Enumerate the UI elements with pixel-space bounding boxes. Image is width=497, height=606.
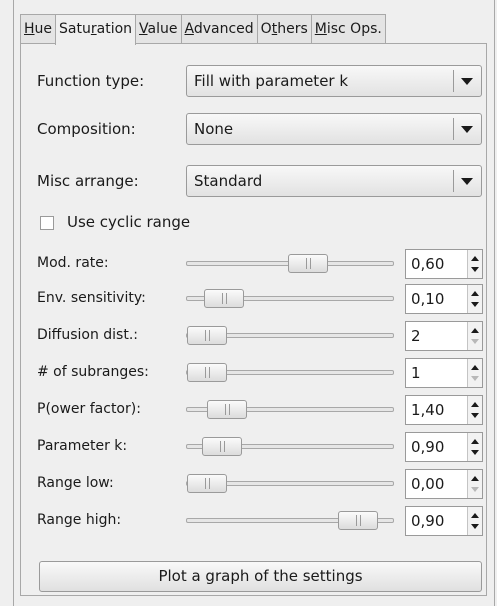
spin-up-icon[interactable]	[471, 476, 479, 481]
spinbox-value: 2	[411, 327, 421, 345]
composition-label: Composition:	[37, 120, 136, 138]
spin-up-icon[interactable]	[471, 328, 479, 333]
spin-up-icon[interactable]	[471, 439, 479, 444]
window-frame-left	[13, 0, 14, 606]
spinbox-value: 1	[411, 364, 421, 382]
slider-thumb[interactable]	[187, 363, 227, 382]
range-low-spinbox[interactable]: 0,00	[405, 469, 483, 499]
slider-thumb[interactable]	[338, 511, 378, 530]
spinbox-value: 0,60	[411, 255, 445, 273]
function-type-dropdown[interactable]: Fill with parameter k	[186, 65, 482, 97]
spin-down-icon[interactable]	[471, 487, 479, 492]
spinbox-value: 0,10	[411, 290, 445, 308]
subranges-spinbox[interactable]: 1	[405, 358, 483, 388]
tab-bar: Hue Saturation Value Advanced Others Mis…	[20, 14, 386, 45]
function-type-label: Function type:	[37, 72, 145, 90]
spinbox-value: 0,90	[411, 512, 445, 530]
env-sensitivity-label: Env. sensitivity:	[37, 290, 146, 306]
spin-down-icon[interactable]	[471, 376, 479, 381]
tab-panel-left-border	[20, 43, 21, 596]
spinbox-value: 0,90	[411, 438, 445, 456]
spinbox-buttons	[467, 507, 482, 535]
slider-thumb[interactable]	[202, 437, 242, 456]
slider-thumb[interactable]	[288, 254, 328, 273]
chevron-down-icon	[461, 178, 473, 185]
slider-thumb[interactable]	[187, 326, 227, 345]
range-low-slider[interactable]	[186, 474, 394, 493]
chevron-down-icon	[461, 126, 473, 133]
parameter-k-spinbox[interactable]: 0,90	[405, 432, 483, 462]
spinbox-buttons	[467, 285, 482, 313]
tab-panel-right-border	[486, 43, 487, 596]
subranges-label: # of subranges:	[37, 364, 149, 380]
diffusion-dist-spinbox[interactable]: 2	[405, 321, 483, 351]
spin-down-icon[interactable]	[471, 339, 479, 344]
spinbox-buttons	[467, 250, 482, 278]
spinbox-buttons	[467, 322, 482, 350]
diffusion-dist-slider[interactable]	[186, 326, 394, 345]
tab-panel-bottom-border	[20, 595, 487, 596]
function-type-value: Fill with parameter k	[194, 72, 349, 90]
misc-arrange-value: Standard	[194, 172, 263, 190]
env-sensitivity-slider[interactable]	[186, 289, 394, 308]
tab-advanced[interactable]: Advanced	[180, 14, 258, 43]
subranges-slider[interactable]	[186, 363, 394, 382]
spinbox-value: 1,40	[411, 401, 445, 419]
window-frame-right	[494, 0, 495, 606]
spin-up-icon[interactable]	[471, 402, 479, 407]
tab-hue[interactable]: Hue	[20, 14, 57, 43]
spin-up-icon[interactable]	[471, 513, 479, 518]
slider-thumb[interactable]	[187, 474, 227, 493]
env-sensitivity-spinbox[interactable]: 0,10	[405, 284, 483, 314]
power-factor-spinbox[interactable]: 1,40	[405, 395, 483, 425]
slider-thumb[interactable]	[207, 400, 247, 419]
tab-others[interactable]: Others	[256, 14, 312, 43]
spin-up-icon[interactable]	[471, 365, 479, 370]
dropdown-separator	[453, 118, 454, 140]
spinbox-value: 0,00	[411, 475, 445, 493]
range-high-label: Range high:	[37, 512, 122, 528]
tab-saturation[interactable]: Saturation	[55, 14, 137, 45]
range-high-spinbox[interactable]: 0,90	[405, 506, 483, 536]
mod-rate-slider[interactable]	[186, 254, 394, 273]
plot-graph-button[interactable]: Plot a graph of the settings	[39, 561, 482, 592]
mod-rate-spinbox[interactable]: 0,60	[405, 249, 483, 279]
tab-misc-ops[interactable]: Misc Ops.	[310, 14, 386, 43]
tab-value[interactable]: Value	[135, 14, 182, 43]
composition-dropdown[interactable]: None	[186, 113, 482, 145]
range-high-slider[interactable]	[186, 511, 394, 530]
spin-down-icon[interactable]	[471, 524, 479, 529]
range-low-label: Range low:	[37, 475, 114, 491]
power-factor-slider[interactable]	[186, 400, 394, 419]
spinbox-buttons	[467, 396, 482, 424]
spinbox-buttons	[467, 470, 482, 498]
diffusion-dist-label: Diffusion dist.:	[37, 327, 138, 343]
dropdown-separator	[453, 70, 454, 92]
power-factor-label: P(ower factor):	[37, 401, 141, 417]
spin-down-icon[interactable]	[471, 302, 479, 307]
misc-arrange-dropdown[interactable]: Standard	[186, 165, 482, 197]
spin-down-icon[interactable]	[471, 450, 479, 455]
spin-down-icon[interactable]	[471, 267, 479, 272]
use-cyclic-range-label: Use cyclic range	[67, 213, 191, 231]
spin-up-icon[interactable]	[471, 256, 479, 261]
parameter-k-slider[interactable]	[186, 437, 394, 456]
dropdown-separator	[453, 170, 454, 192]
spin-up-icon[interactable]	[471, 291, 479, 296]
misc-arrange-label: Misc arrange:	[37, 172, 139, 190]
spin-down-icon[interactable]	[471, 413, 479, 418]
chevron-down-icon	[461, 78, 473, 85]
parameter-k-label: Parameter k:	[37, 438, 128, 454]
spinbox-buttons	[467, 433, 482, 461]
slider-thumb[interactable]	[204, 289, 244, 308]
mod-rate-label: Mod. rate:	[37, 255, 109, 271]
use-cyclic-range-checkbox[interactable]	[40, 216, 54, 230]
spinbox-buttons	[467, 359, 482, 387]
composition-value: None	[194, 120, 234, 138]
